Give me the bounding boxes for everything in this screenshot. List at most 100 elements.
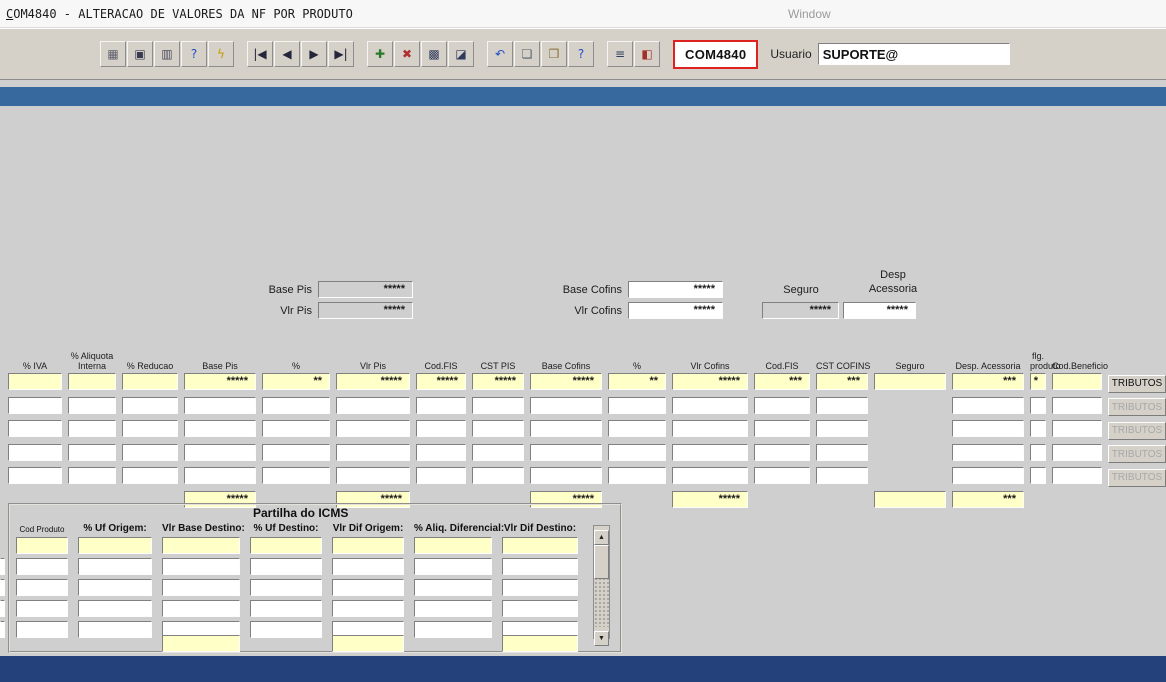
base-cofins-field[interactable]: ***** [628,281,723,298]
grid-cell-field[interactable] [608,420,666,437]
grid-cell-field[interactable] [952,397,1024,414]
grid-cell-field[interactable]: *** [952,373,1024,390]
grid-cell-field[interactable] [608,467,666,484]
grid-cell-field[interactable] [1030,467,1046,484]
grid-cell-field[interactable] [122,420,178,437]
partilha-cell-field[interactable] [78,600,152,617]
grid-cell-field[interactable] [8,420,62,437]
grid-cell-field[interactable] [8,444,62,461]
partilha-cell-field[interactable] [250,600,322,617]
grid-cell-field[interactable] [122,467,178,484]
enter-query-button[interactable]: ▩ [421,41,447,67]
grid-cell-field[interactable] [672,444,748,461]
grid-cell-field[interactable] [754,467,810,484]
partilha-cell-field[interactable] [16,558,68,575]
grid-cell-field[interactable] [68,467,116,484]
grid-cell-field[interactable] [336,397,410,414]
grid-cell-field[interactable] [952,467,1024,484]
window-button[interactable]: ▣ [127,41,153,67]
grid-cell-field[interactable] [262,444,330,461]
help-button[interactable]: ? [568,41,594,67]
grid-cell-field[interactable] [754,444,810,461]
partilha-cell-field[interactable] [332,537,404,554]
partilha-cell-field[interactable] [250,579,322,596]
scrollbar-track[interactable] [594,545,609,627]
grid-cell-field[interactable] [262,467,330,484]
grid-cell-field[interactable] [122,373,178,390]
grid-cell-field[interactable] [1052,467,1102,484]
grid-cell-field[interactable]: ***** [336,373,410,390]
grid-cell-field[interactable] [816,420,868,437]
grid-cell-field[interactable] [530,397,602,414]
lightning-edit-button[interactable]: ϟ [208,41,234,67]
partilha-cell-field[interactable] [502,537,578,554]
partilha-cell-field[interactable] [414,558,492,575]
previous-record-button[interactable]: ◀ [274,41,300,67]
partilha-cell-field[interactable] [162,537,240,554]
grid-cell-field[interactable] [816,397,868,414]
partilha-cell-field[interactable] [414,537,492,554]
grid-cell-field[interactable] [472,467,524,484]
grid-cell-field[interactable] [8,467,62,484]
execute-query-button[interactable]: ◪ [448,41,474,67]
scroll-up-icon[interactable]: ▲ [594,530,609,545]
grid-cell-field[interactable] [262,397,330,414]
partilha-cell-field[interactable] [502,558,578,575]
grid-cell-field[interactable] [184,467,256,484]
window-menu-label[interactable]: Window [788,7,831,21]
edit-form-button[interactable]: ❒ [541,41,567,67]
grid-cell-field[interactable] [184,420,256,437]
scroll-down-icon[interactable]: ▼ [594,631,609,646]
partilha-cell-field[interactable] [162,600,240,617]
partilha-cell-field[interactable] [16,579,68,596]
save-button[interactable]: ▦ [100,41,126,67]
partilha-cell-field[interactable] [332,600,404,617]
undo-button[interactable]: ↶ [487,41,513,67]
next-record-button[interactable]: ▶ [301,41,327,67]
partilha-cell-field[interactable] [162,579,240,596]
desp-acessoria-field[interactable]: ***** [843,302,916,319]
partilha-cell-field[interactable] [250,537,322,554]
grid-cell-field[interactable] [1030,397,1046,414]
grid-cell-field[interactable] [608,444,666,461]
grid-cell-field[interactable] [472,444,524,461]
grid-cell-field[interactable]: ***** [530,373,602,390]
grid-cell-field[interactable] [1052,373,1102,390]
tributos-button[interactable]: TRIBUTOS [1108,375,1166,393]
grid-cell-field[interactable] [816,467,868,484]
grid-cell-field[interactable] [68,444,116,461]
grid-cell-field[interactable] [816,444,868,461]
grid-cell-field[interactable] [608,397,666,414]
grid-cell-field[interactable] [262,420,330,437]
grid-cell-field[interactable] [952,420,1024,437]
partilha-cell-field[interactable] [250,558,322,575]
insert-record-button[interactable]: ✚ [367,41,393,67]
last-record-button[interactable]: ▶| [328,41,354,67]
grid-cell-field[interactable]: ***** [184,373,256,390]
grid-cell-field[interactable] [672,420,748,437]
grid-cell-field[interactable] [68,397,116,414]
grid-cell-field[interactable] [122,397,178,414]
grid-cell-field[interactable] [8,397,62,414]
grid-cell-field[interactable] [1052,397,1102,414]
grid-cell-field[interactable]: * [1030,373,1046,390]
grid-cell-field[interactable] [754,420,810,437]
partilha-cell-field[interactable] [502,600,578,617]
grid-cell-field[interactable]: ** [262,373,330,390]
scrollbar-thumb[interactable] [594,545,609,579]
grid-cell-field[interactable] [68,373,116,390]
delete-record-button[interactable]: ✖ [394,41,420,67]
grid-cell-field[interactable]: ** [608,373,666,390]
user-input[interactable] [818,43,1010,65]
clipboard-button[interactable]: ❏ [514,41,540,67]
grid-cell-field[interactable] [472,397,524,414]
grid-cell-field[interactable] [416,397,466,414]
grid-cell-field[interactable] [336,420,410,437]
grid-cell-field[interactable] [952,444,1024,461]
grid-cell-field[interactable] [754,397,810,414]
vlr-cofins-field[interactable]: ***** [628,302,723,319]
help-edit-button[interactable]: ? [181,41,207,67]
grid-cell-field[interactable]: ***** [472,373,524,390]
partilha-cell-field[interactable] [332,558,404,575]
grid-cell-field[interactable] [672,397,748,414]
